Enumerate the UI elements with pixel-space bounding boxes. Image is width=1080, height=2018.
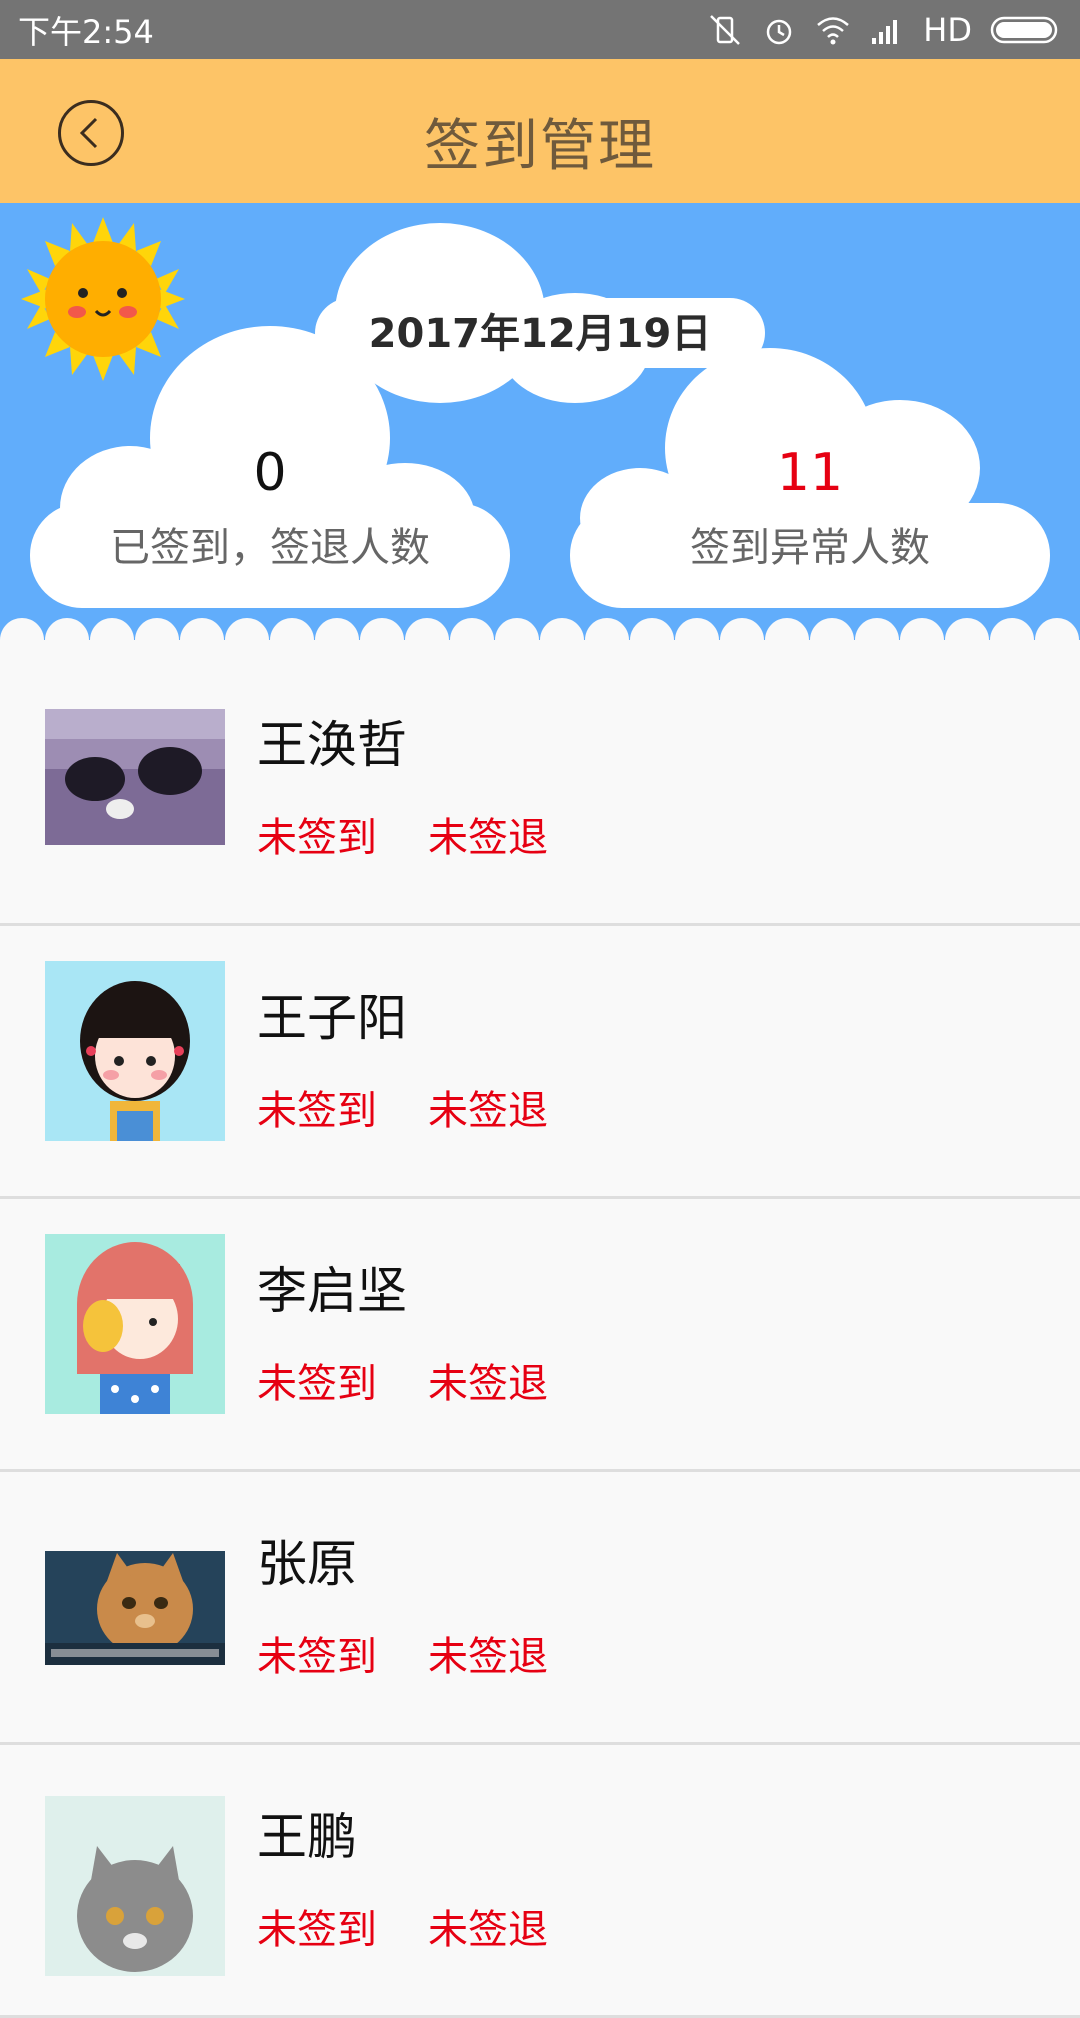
abnormal-label: 签到异常人数 [690,525,930,571]
sign-in-status: 未签到 [257,1088,377,1134]
current-date: 2017年12月19日 [368,311,712,357]
sign-in-status: 未签到 [257,1907,377,1953]
signed-label: 已签到，签退人数 [110,525,430,571]
wifi-icon [817,16,850,44]
sign-out-status: 未签退 [428,1088,548,1134]
sign-out-status: 未签退 [428,1634,548,1680]
sign-out-status: 未签退 [428,815,548,861]
avatar [45,1234,225,1414]
cat-grey-avatar [45,1796,225,1976]
banner-background [0,217,1080,653]
cat-orange-avatar [45,1551,225,1665]
cat-avatar-dark [45,709,225,845]
status-time: 下午2:54 [18,12,154,51]
sign-in-status: 未签到 [257,1634,377,1680]
member-name: 张原 [257,1535,357,1593]
scalloped-edge [0,618,1080,653]
member-name: 王涣哲 [257,716,407,774]
avatar [45,709,225,845]
girl-pink-hair-avatar [45,1234,225,1414]
signed-count: 0 [253,443,287,503]
list-item[interactable]: 张原 未签到 未签退 [0,1472,1080,1745]
member-name: 王子阳 [257,989,407,1047]
sign-in-status: 未签到 [257,1361,377,1407]
mute-vibrate-icon [710,14,741,45]
member-name: 李启坚 [257,1262,407,1320]
avatar [45,961,225,1141]
sign-out-status: 未签退 [428,1361,548,1407]
alarm-icon [767,19,792,44]
member-name: 王鹏 [257,1808,357,1866]
girl-cartoon-avatar [45,961,225,1141]
sign-in-status: 未签到 [257,815,377,861]
status-icons: HD [707,11,1062,49]
sign-out-status: 未签退 [428,1907,548,1953]
network-type: HD [923,10,972,49]
page-title: 签到管理 [424,114,656,179]
avatar [45,1796,225,1976]
attendance-list: 王涣哲 未签到 未签退 王子阳 未签到 未签退 李启坚 未签到 未签退 张原 未… [0,653,1080,2018]
header-bar: 签到管理 [0,59,1080,203]
summary-banner: 2017年12月19日 0 已签到，签退人数 11 签到异常人数 [0,203,1080,653]
list-item[interactable]: 李启坚 未签到 未签退 [0,1199,1080,1472]
status-bar: 下午2:54 HD [0,0,1080,59]
list-item[interactable]: 王鹏 未签到 未签退 [0,1745,1080,2018]
avatar [45,1551,225,1665]
list-item[interactable]: 王子阳 未签到 未签退 [0,926,1080,1199]
battery-icon [990,16,1058,43]
list-item[interactable]: 王涣哲 未签到 未签退 [0,653,1080,926]
abnormal-count: 11 [776,443,844,503]
signal-icon [872,19,898,44]
